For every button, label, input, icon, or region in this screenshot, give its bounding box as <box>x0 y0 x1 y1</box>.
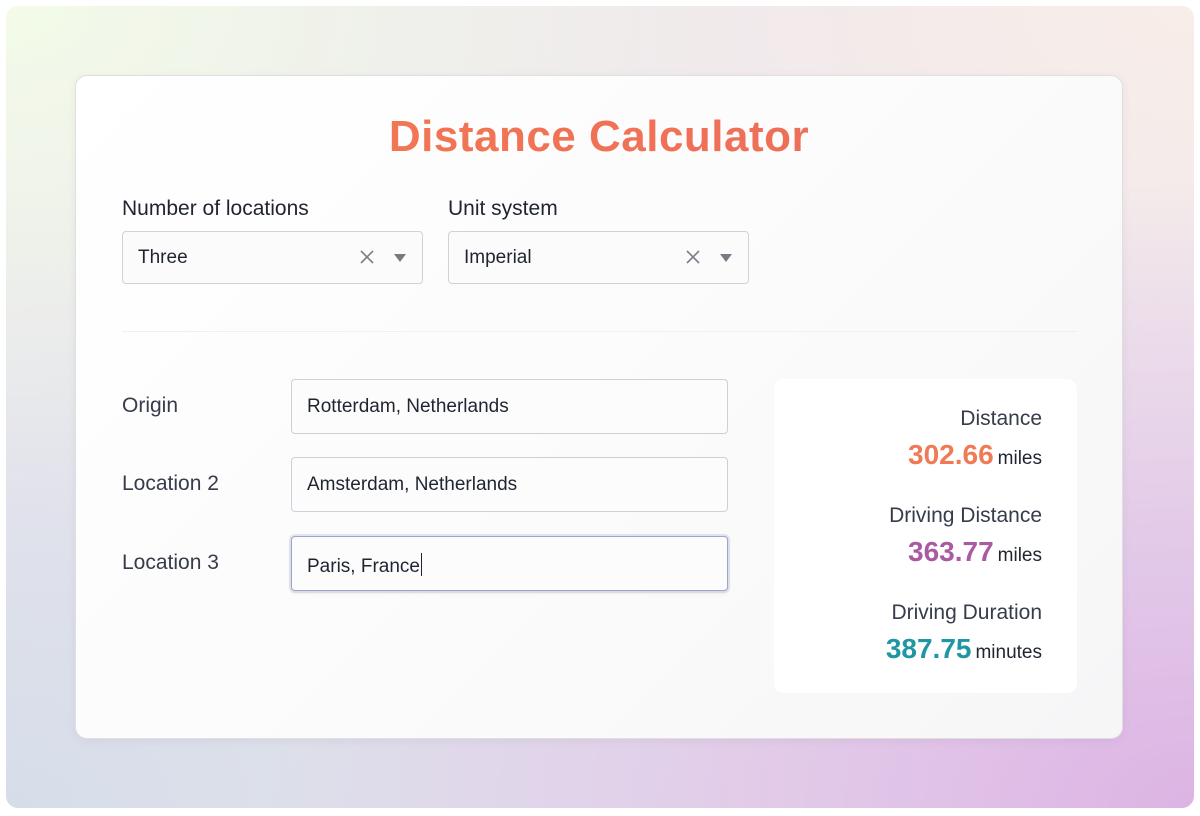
page-title: Distance Calculator <box>76 112 1122 162</box>
section-divider <box>122 331 1077 332</box>
origin-input-value: Rotterdam, Netherlands <box>307 396 509 417</box>
close-icon[interactable] <box>683 247 703 267</box>
driving-duration-result: 387.75 minutes <box>886 633 1042 665</box>
location-2-label: Location 2 <box>122 472 219 495</box>
location-2-input-value: Amsterdam, Netherlands <box>307 474 518 495</box>
driving-duration-value: 387.75 <box>885 633 972 664</box>
unit-system-label: Unit system <box>448 197 558 220</box>
locations-count-select[interactable]: Three <box>122 231 423 284</box>
locations-count-label: Number of locations <box>122 197 309 220</box>
distance-label: Distance <box>960 407 1042 430</box>
driving-distance-unit: miles <box>997 545 1042 566</box>
close-icon[interactable] <box>357 247 377 267</box>
chevron-down-icon[interactable] <box>394 254 406 262</box>
calculator-card: Distance Calculator Number of locations … <box>75 75 1123 739</box>
driving-duration-unit: minutes <box>975 642 1042 663</box>
driving-distance-value: 363.77 <box>908 536 994 567</box>
location-3-input-value: Paris, France <box>307 556 420 577</box>
text-caret <box>420 553 422 576</box>
unit-system-select[interactable]: Imperial <box>448 231 749 284</box>
background-frame: Distance Calculator Number of locations … <box>6 6 1194 808</box>
location-3-label: Location 3 <box>122 551 219 574</box>
location-2-input[interactable]: Amsterdam, Netherlands <box>291 457 728 512</box>
driving-distance-result: 363.77 miles <box>908 536 1042 568</box>
location-3-input[interactable]: Paris, France <box>291 536 728 591</box>
distance-value: 302.66 <box>908 439 994 470</box>
distance-unit: miles <box>997 448 1042 469</box>
origin-input[interactable]: Rotterdam, Netherlands <box>291 379 728 434</box>
results-panel: Distance 302.66 miles Driving Distance 36… <box>774 379 1077 693</box>
driving-duration-label: Driving Duration <box>891 601 1042 624</box>
chevron-down-icon[interactable] <box>720 254 732 262</box>
origin-label: Origin <box>122 394 179 417</box>
locations-count-value: Three <box>138 246 188 268</box>
unit-system-value: Imperial <box>464 246 532 268</box>
distance-result: 302.66 miles <box>908 439 1042 471</box>
driving-distance-label: Driving Distance <box>889 504 1042 527</box>
